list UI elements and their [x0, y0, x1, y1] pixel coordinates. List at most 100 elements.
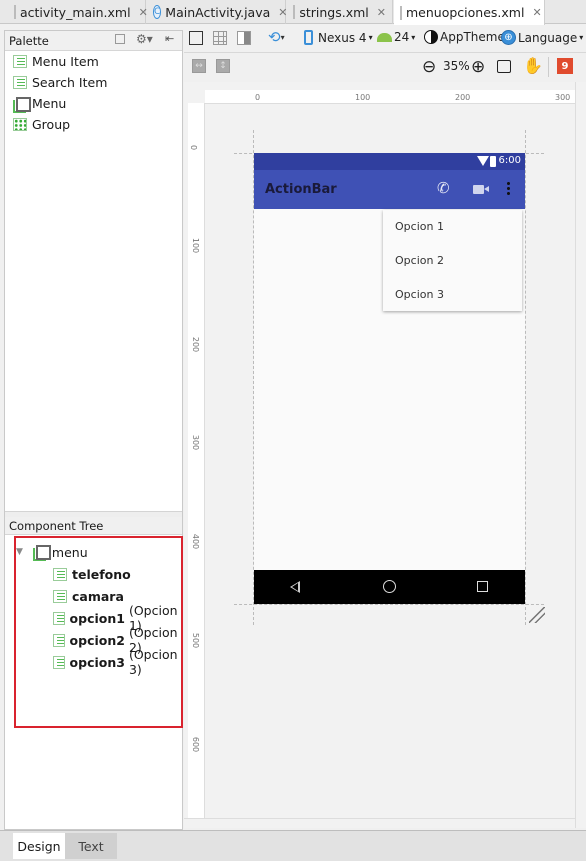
resize-handle[interactable]	[529, 607, 545, 623]
tab-strings-xml[interactable]: strings.xml ✕	[287, 0, 393, 24]
overflow-menu-icon[interactable]	[507, 181, 510, 196]
menu-item-icon	[53, 589, 67, 603]
component-tree-header: Component Tree	[5, 517, 182, 535]
vertical-scrollbar[interactable]	[575, 82, 576, 828]
menu-item-icon	[53, 567, 67, 581]
zoom-level: 35%	[443, 59, 470, 73]
editor-mode-tabs: Design Text	[0, 830, 586, 861]
guide-line	[525, 130, 526, 625]
editor-tab-bar: activity_main.xml ✕ C MainActivity.java …	[0, 0, 586, 25]
blueprint-icon[interactable]	[213, 31, 227, 45]
recents-icon[interactable]	[477, 581, 488, 592]
menu-item-icon	[53, 633, 65, 647]
videocam-icon[interactable]	[473, 185, 484, 194]
globe-icon: ⊕	[501, 30, 516, 45]
ruler-label: 200	[455, 93, 471, 102]
horizontal-scrollbar[interactable]	[184, 818, 576, 819]
tree-node-title: (Opcion 3)	[128, 647, 178, 677]
menu-icon	[13, 96, 31, 113]
phone-preview[interactable]: 6:00 ActionBar ✆ Opcion 1 Opcion 2 Opcio…	[254, 153, 525, 604]
tab-menuopciones-xml[interactable]: menuopciones.xml ✕	[394, 0, 545, 25]
ruler-label: 100	[191, 237, 201, 254]
split-view-icon[interactable]	[237, 31, 251, 45]
language-label: Language	[518, 30, 578, 45]
videocam-icon-lens	[484, 186, 489, 192]
ruler-horizontal: 0 100 200 300	[205, 90, 575, 104]
palette-title: Palette	[9, 33, 49, 48]
gear-icon[interactable]: ⚙▾	[136, 32, 153, 46]
ruler-label: 200	[191, 336, 201, 353]
palette-item-label: Search Item	[32, 75, 108, 90]
ruler-label: 600	[191, 736, 201, 753]
guide-line	[234, 604, 544, 605]
zoom-toolbar: ↔ ↕ ⊖ 35% ⊕ ✋ 9	[184, 53, 586, 81]
collapse-icon[interactable]	[115, 34, 125, 44]
tree-node-id: opcion2	[69, 632, 125, 648]
phone-icon	[304, 30, 313, 45]
palette-header: Palette ⚙▾ ⇤	[5, 31, 182, 51]
design-surface-icon[interactable]	[189, 31, 203, 45]
tab-text[interactable]: Text	[65, 833, 117, 859]
component-tree-title: Component Tree	[9, 518, 104, 533]
tree-node-menu[interactable]: ▼ menu	[16, 541, 181, 563]
palette-item-label: Group	[32, 117, 71, 132]
menu-item-icon	[13, 55, 27, 68]
tree-node-opcion3[interactable]: opcion3 (Opcion 3)	[16, 647, 181, 677]
battery-icon	[490, 156, 496, 167]
wifi-icon	[477, 156, 489, 166]
api-label: 24	[394, 30, 410, 44]
tree-node-id: telefono	[72, 566, 131, 582]
issues-badge[interactable]: 9	[557, 58, 573, 74]
tab-activity-main-xml[interactable]: activity_main.xml ✕	[8, 0, 148, 24]
menu-item-icon	[53, 655, 65, 669]
fit-screen-icon[interactable]	[497, 60, 511, 73]
api-selector[interactable]: 24 ▾	[377, 30, 415, 44]
orientation-icon[interactable]: ⟲ ▾	[268, 28, 285, 46]
palette-item-menu-item[interactable]: Menu Item	[5, 51, 182, 72]
close-icon[interactable]: ✕	[532, 6, 541, 19]
search-item-icon	[13, 76, 27, 89]
home-icon[interactable]	[383, 580, 396, 593]
menu-item-icon	[53, 611, 65, 625]
ruler-label: 400	[191, 533, 201, 550]
tree-node-id: camara	[72, 588, 124, 604]
group-icon	[13, 118, 27, 131]
close-icon[interactable]: ✕	[377, 6, 386, 19]
tab-design[interactable]: Design	[13, 833, 65, 859]
hide-panel-icon[interactable]: ⇤	[165, 32, 174, 45]
palette-item-menu[interactable]: Menu	[5, 93, 182, 114]
expand-triangle-icon[interactable]: ▼	[16, 547, 23, 557]
design-toolbar: ⟲ ▾ Nexus 4 ▾ 24 ▾ AppTheme ⊕ Language ▾	[184, 25, 586, 53]
palette-item-label: Menu Item	[32, 54, 99, 69]
action-bar: ActionBar ✆	[254, 170, 525, 209]
navigation-bar	[254, 570, 525, 604]
overflow-menu-item[interactable]: Opcion 3	[383, 278, 522, 312]
tab-main-activity-java[interactable]: C MainActivity.java ✕	[147, 0, 287, 24]
component-tree: ▼ menu telefono camara opcion1 (Opcion 1…	[16, 541, 181, 678]
tab-label: activity_main.xml	[20, 4, 131, 20]
overflow-menu: Opcion 1 Opcion 2 Opcion 3	[383, 210, 522, 311]
language-selector[interactable]: ⊕ Language ▾	[501, 30, 583, 45]
zoom-in-button[interactable]: ⊕	[471, 57, 485, 77]
xml-file-icon	[293, 5, 296, 19]
tree-node-label: menu	[51, 544, 88, 560]
zoom-out-button[interactable]: ⊖	[422, 57, 436, 77]
toolbar-divider	[548, 57, 549, 77]
status-bar: 6:00	[254, 153, 525, 170]
action-bar-title: ActionBar	[265, 182, 337, 197]
overflow-menu-item[interactable]: Opcion 2	[383, 244, 522, 278]
theme-selector[interactable]: AppTheme	[424, 30, 505, 44]
palette-item-search-item[interactable]: Search Item	[5, 72, 182, 93]
theme-label: AppTheme	[440, 30, 505, 44]
overflow-menu-item[interactable]: Opcion 1	[383, 210, 522, 244]
palette-item-group[interactable]: Group	[5, 114, 182, 135]
ruler-label: 500	[191, 632, 201, 649]
pan-hand-icon[interactable]: ✋	[523, 56, 543, 75]
tree-node-telefono[interactable]: telefono	[16, 563, 181, 585]
ruler-label: 300	[555, 93, 571, 102]
resize-horizontal-icon[interactable]: ↔	[192, 59, 206, 73]
resize-vertical-icon[interactable]: ↕	[216, 59, 230, 73]
phone-call-icon[interactable]: ✆	[437, 179, 450, 197]
android-icon	[377, 32, 392, 42]
device-selector[interactable]: Nexus 4 ▾	[304, 30, 373, 45]
